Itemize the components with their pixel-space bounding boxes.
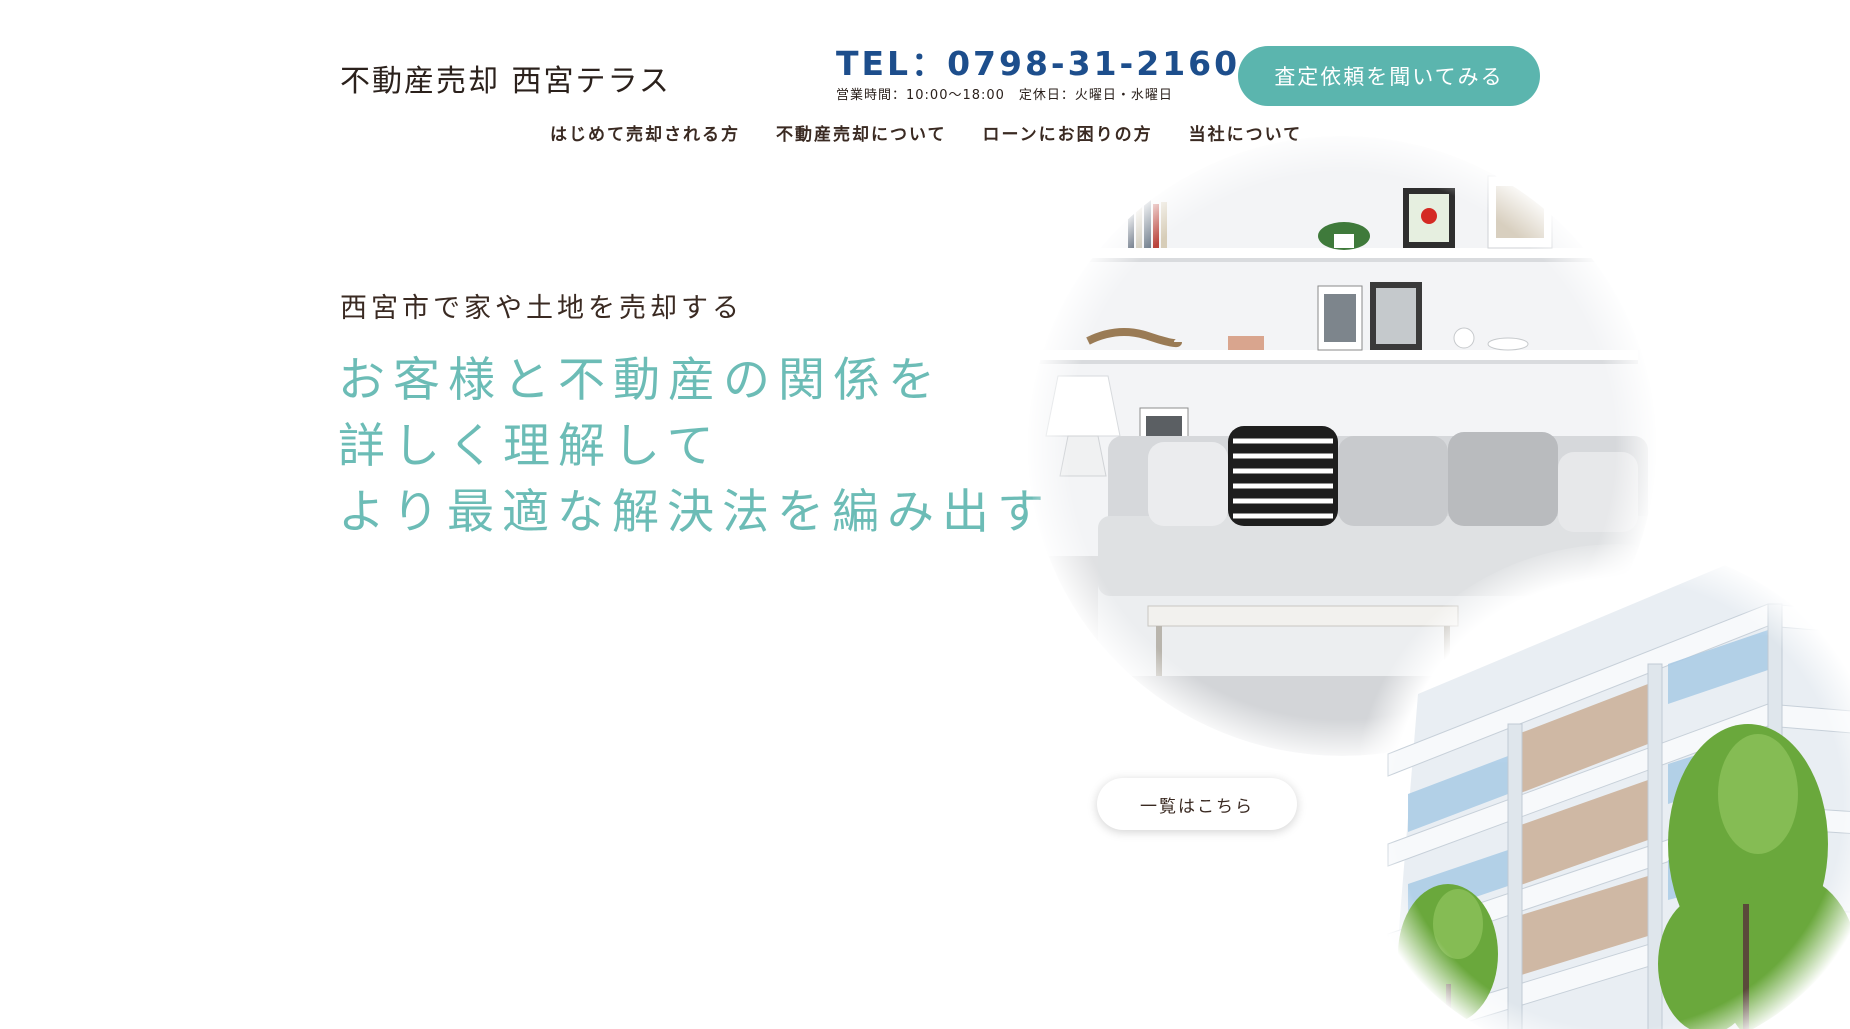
business-hours: 営業時間：10:00〜18:00 定休日：火曜日・水曜日 xyxy=(836,88,1173,103)
view-list-button[interactable]: 一覧はこちら xyxy=(1097,778,1297,830)
site-logo[interactable]: 不動産売却 西宮テラス xyxy=(340,56,671,100)
nav-item-loan-trouble[interactable]: ローンにお困りの方 xyxy=(983,120,1153,145)
appraisal-request-button[interactable]: 査定依頼を聞いてみる xyxy=(1238,46,1540,106)
contact-info: TEL：0798-31-2160 営業時間：10:00〜18:00 定休日：火曜… xyxy=(836,44,1240,103)
hero-title-line: お客様と不動産の関係を xyxy=(338,353,943,408)
hero-title-line: より最適な解決法を編み出す xyxy=(338,485,1053,540)
hero-title: お客様と不動産の関係を 詳しく理解して より最適な解決法を編み出す xyxy=(338,348,1052,546)
phone-number[interactable]: TEL：0798-31-2160 xyxy=(836,44,1240,84)
nav-item-about-selling[interactable]: 不動産売却について xyxy=(776,120,947,145)
hero-subtitle: 西宮市で家や土地を売却する xyxy=(340,293,743,324)
main-nav: はじめて売却される方 不動産売却について ローンにお困りの方 当社について xyxy=(550,120,1302,145)
nav-item-first-time-sellers[interactable]: はじめて売却される方 xyxy=(550,120,740,145)
hero-title-line: 詳しく理解して xyxy=(338,419,722,474)
